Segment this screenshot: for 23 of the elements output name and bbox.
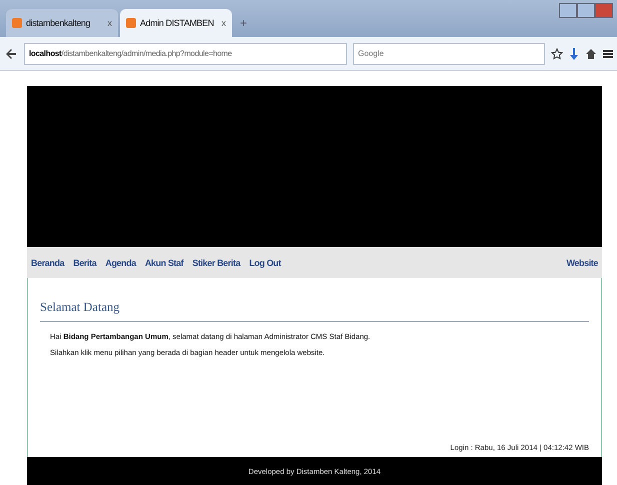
menu-link[interactable]: Stiker Berita — [192, 258, 240, 268]
menu-icon[interactable] — [603, 48, 613, 58]
browser-tab[interactable]: distambenkalteng x — [6, 9, 118, 37]
star-icon[interactable] — [551, 48, 563, 60]
page-title: Selamat Datang — [40, 300, 589, 322]
maximize-button[interactable] — [577, 3, 595, 18]
menu-link[interactable]: Log Out — [249, 258, 281, 268]
search-field[interactable]: Google — [353, 42, 545, 64]
menu-link[interactable]: Berita — [73, 258, 96, 268]
close-tab-button[interactable]: x — [222, 18, 226, 28]
browser-tab[interactable]: Admin DISTAMBEN x — [120, 9, 232, 37]
menu-link[interactable]: Beranda — [31, 258, 64, 268]
menu-link[interactable]: Agenda — [105, 258, 136, 268]
download-icon[interactable] — [569, 48, 579, 60]
favicon-icon — [12, 18, 22, 28]
back-icon[interactable] — [4, 46, 18, 60]
website-link[interactable]: Website — [566, 258, 598, 268]
minimize-button[interactable] — [559, 3, 577, 18]
favicon-icon — [126, 18, 136, 28]
address-bar[interactable]: localhost/distambenkalteng/admin/media.php?module=home — [24, 42, 347, 64]
menu-link[interactable]: Akun Staf — [144, 258, 184, 268]
close-tab-button[interactable]: x — [108, 18, 112, 28]
home-icon[interactable] — [585, 48, 597, 60]
